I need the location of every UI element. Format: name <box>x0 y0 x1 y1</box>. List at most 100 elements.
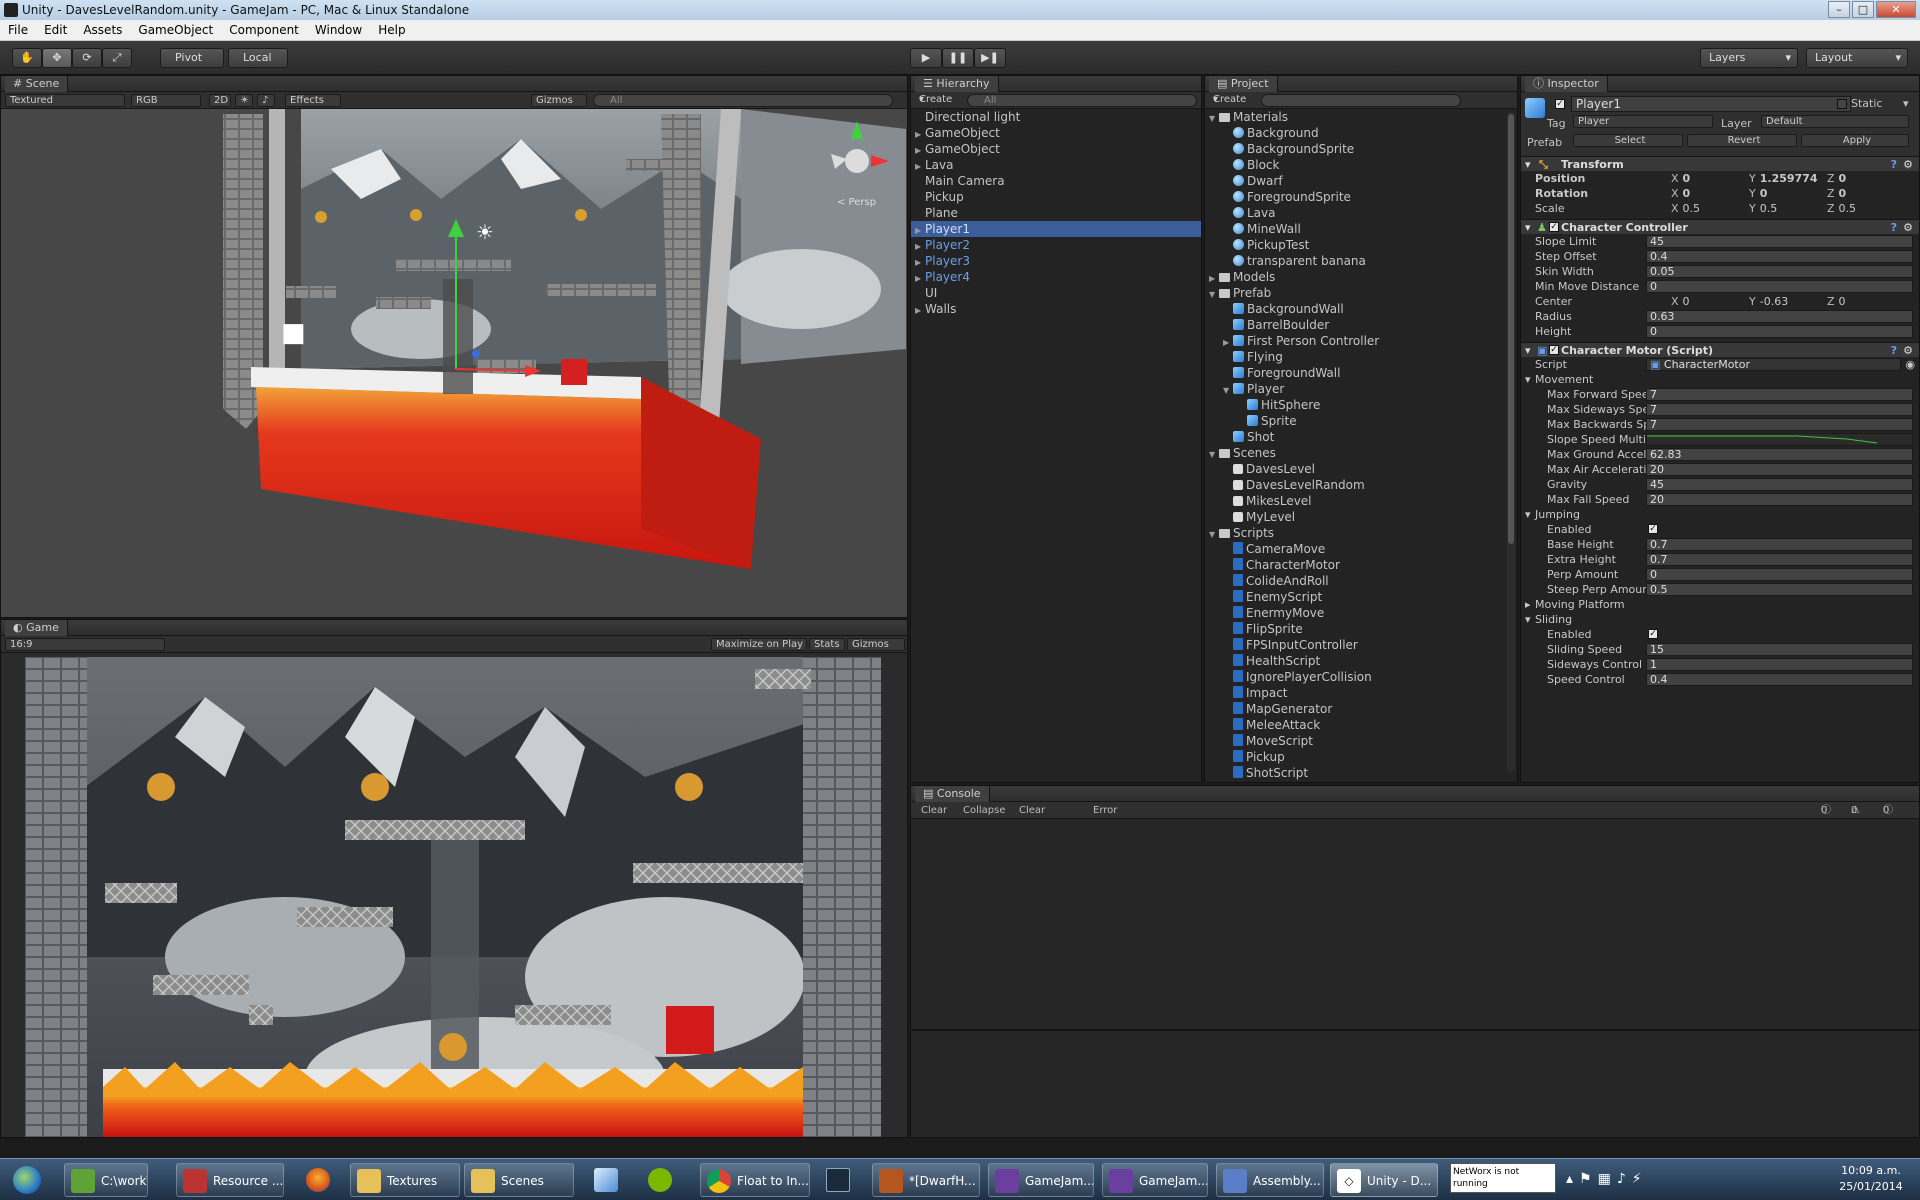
project-create-dropdown[interactable]: Create ▾ <box>1209 94 1253 107</box>
hierarchy-item[interactable]: ▶ GameObject <box>911 141 1201 157</box>
project-item[interactable]: FlipSprite <box>1205 621 1517 637</box>
center-y-field[interactable]: Y -0.63 <box>1749 295 1788 308</box>
project-item[interactable]: ForegroundWall <box>1205 365 1517 381</box>
layer-dropdown[interactable]: Default <box>1761 115 1909 128</box>
slope-limit-field[interactable]: 45 <box>1646 235 1913 248</box>
volume-icon[interactable]: ♪ <box>1617 1171 1632 1187</box>
position-z-field[interactable]: Z0 <box>1827 172 1846 185</box>
spotify-pinned[interactable] <box>640 1163 680 1197</box>
menu-window[interactable]: Window <box>307 23 370 37</box>
project-item[interactable]: ShotScript <box>1205 765 1517 781</box>
help-icon[interactable]: ? <box>1891 343 1897 358</box>
character-motor-header[interactable]: ▾ ▣ ✓ Character Motor (Script) ? ⚙ <box>1521 342 1919 357</box>
scale-y-field[interactable]: Y 0.5 <box>1749 202 1777 215</box>
sliding-foldout[interactable]: ▾ Sliding <box>1521 612 1919 627</box>
help-icon[interactable]: ? <box>1891 220 1897 235</box>
maximize-button[interactable]: □ <box>1852 1 1874 18</box>
center-z-field[interactable]: Z0 <box>1827 295 1846 308</box>
layers-dropdown[interactable]: Layers ▾ <box>1700 48 1798 68</box>
console-log-area[interactable] <box>911 819 1919 1029</box>
project-item[interactable]: HitSphere <box>1205 397 1517 413</box>
max-air-accel-field[interactable]: 20 <box>1646 463 1913 476</box>
firefox-pinned[interactable] <box>298 1163 338 1197</box>
hierarchy-item[interactable]: Main Camera <box>911 173 1201 189</box>
project-item[interactable]: ▼ Prefab <box>1205 285 1517 301</box>
menu-file[interactable]: File <box>0 23 36 37</box>
fold-arrow-icon[interactable]: ▾ <box>1525 612 1531 627</box>
gravity-field[interactable]: 45 <box>1646 478 1913 491</box>
scene-viewport[interactable]: ☀ ■ < Persp <box>1 109 907 617</box>
shading-mode-dropdown[interactable]: Textured <box>5 94 125 107</box>
stats-toggle[interactable]: Stats <box>809 638 845 651</box>
hierarchy-item[interactable]: Pickup <box>911 189 1201 205</box>
hierarchy-item-selected[interactable]: ▶ Player1 <box>911 221 1201 237</box>
layout-dropdown[interactable]: Layout ▾ <box>1806 48 1908 68</box>
cube-app-pinned[interactable] <box>586 1163 626 1197</box>
radius-field[interactable]: 0.63 <box>1646 310 1913 323</box>
project-item[interactable]: MapGenerator <box>1205 701 1517 717</box>
min-move-field[interactable]: 0 <box>1646 280 1913 293</box>
hand-tool-button[interactable]: ✋ <box>12 48 42 68</box>
taskbar-item[interactable]: GameJam... <box>988 1163 1094 1197</box>
slide-enabled-checkbox[interactable]: ✓ <box>1648 629 1658 639</box>
taskbar-item[interactable]: Scenes <box>464 1163 574 1197</box>
project-item[interactable]: Background <box>1205 125 1517 141</box>
project-item[interactable]: ForegroundSprite <box>1205 189 1517 205</box>
movement-foldout[interactable]: ▾ Movement <box>1521 372 1919 387</box>
max-backwards-field[interactable]: 7 <box>1646 418 1913 431</box>
tab-console[interactable]: ▤ Console <box>915 786 990 802</box>
project-item[interactable]: ▼ Scenes <box>1205 445 1517 461</box>
audio-toggle[interactable]: ♪ <box>257 94 275 107</box>
hierarchy-item[interactable]: ▶ Player4 <box>911 269 1201 285</box>
height-field[interactable]: 0 <box>1646 325 1913 338</box>
taskbar-item[interactable]: C:\work\S... <box>64 1163 148 1197</box>
perp-amount-field[interactable]: 0 <box>1646 568 1913 581</box>
project-item[interactable]: Dwarf <box>1205 173 1517 189</box>
prefab-revert-button[interactable]: Revert <box>1687 134 1797 147</box>
project-item[interactable]: BackgroundSprite <box>1205 141 1517 157</box>
object-name-field[interactable]: Player1 <box>1571 96 1851 112</box>
pivot-toggle[interactable]: Pivot <box>160 48 224 68</box>
character-controller-header[interactable]: ▾ ♟ ✓ Character Controller ? ⚙ <box>1521 219 1919 234</box>
fold-arrow-icon[interactable]: ▾ <box>1525 220 1531 235</box>
fold-arrow-icon[interactable]: ▾ <box>1525 343 1531 358</box>
max-forward-field[interactable]: 7 <box>1646 388 1913 401</box>
project-item[interactable]: EnermyMove <box>1205 605 1517 621</box>
move-tool-button[interactable]: ✥ <box>42 48 72 68</box>
project-item[interactable]: BarrelBoulder <box>1205 317 1517 333</box>
render-mode-dropdown[interactable]: RGB <box>131 94 201 107</box>
component-enabled-checkbox[interactable]: ✓ <box>1549 222 1559 232</box>
max-sideways-field[interactable]: 7 <box>1646 403 1913 416</box>
menu-gameobject[interactable]: GameObject <box>130 23 221 37</box>
project-item[interactable]: Impact <box>1205 685 1517 701</box>
step-offset-field[interactable]: 0.4 <box>1646 250 1913 263</box>
notification-icon[interactable]: ⚑ <box>1579 1171 1598 1187</box>
scene-search-input[interactable]: All <box>593 94 893 107</box>
play-button[interactable]: ▶ <box>910 48 942 68</box>
rotation-y-field[interactable]: Y0 <box>1749 187 1767 200</box>
start-button[interactable] <box>4 1163 50 1197</box>
hierarchy-item[interactable]: ▶ Player2 <box>911 237 1201 253</box>
project-item[interactable]: ▼ Player <box>1205 381 1517 397</box>
terminal-pinned[interactable] <box>818 1163 858 1197</box>
project-item[interactable]: MyLevel <box>1205 509 1517 525</box>
max-fall-field[interactable]: 20 <box>1646 493 1913 506</box>
project-item[interactable]: BackgroundWall <box>1205 301 1517 317</box>
project-item[interactable]: MeleeAttack <box>1205 717 1517 733</box>
fold-arrow-icon[interactable]: ▾ <box>1525 372 1531 387</box>
system-tray[interactable]: ▴⚑▦♪⚡ <box>1566 1171 1648 1187</box>
maximize-on-play-toggle[interactable]: Maximize on Play <box>711 638 807 651</box>
project-search-input[interactable] <box>1261 94 1461 107</box>
fold-arrow-icon[interactable]: ▸ <box>1525 597 1531 612</box>
project-item[interactable]: ▶ Models <box>1205 269 1517 285</box>
taskbar-item[interactable]: *[DwarfH... <box>872 1163 980 1197</box>
tab-hierarchy[interactable]: ☰ Hierarchy <box>915 76 999 92</box>
menu-edit[interactable]: Edit <box>36 23 75 37</box>
hierarchy-item[interactable]: Directional light <box>911 109 1201 125</box>
local-toggle[interactable]: Local <box>228 48 288 68</box>
project-item[interactable]: Pickup <box>1205 749 1517 765</box>
tab-project[interactable]: ▤ Project <box>1209 76 1278 92</box>
tab-game[interactable]: ◐ Game <box>5 620 68 636</box>
project-item[interactable]: Flying <box>1205 349 1517 365</box>
chevron-down-icon[interactable]: ▾ <box>1903 97 1909 110</box>
